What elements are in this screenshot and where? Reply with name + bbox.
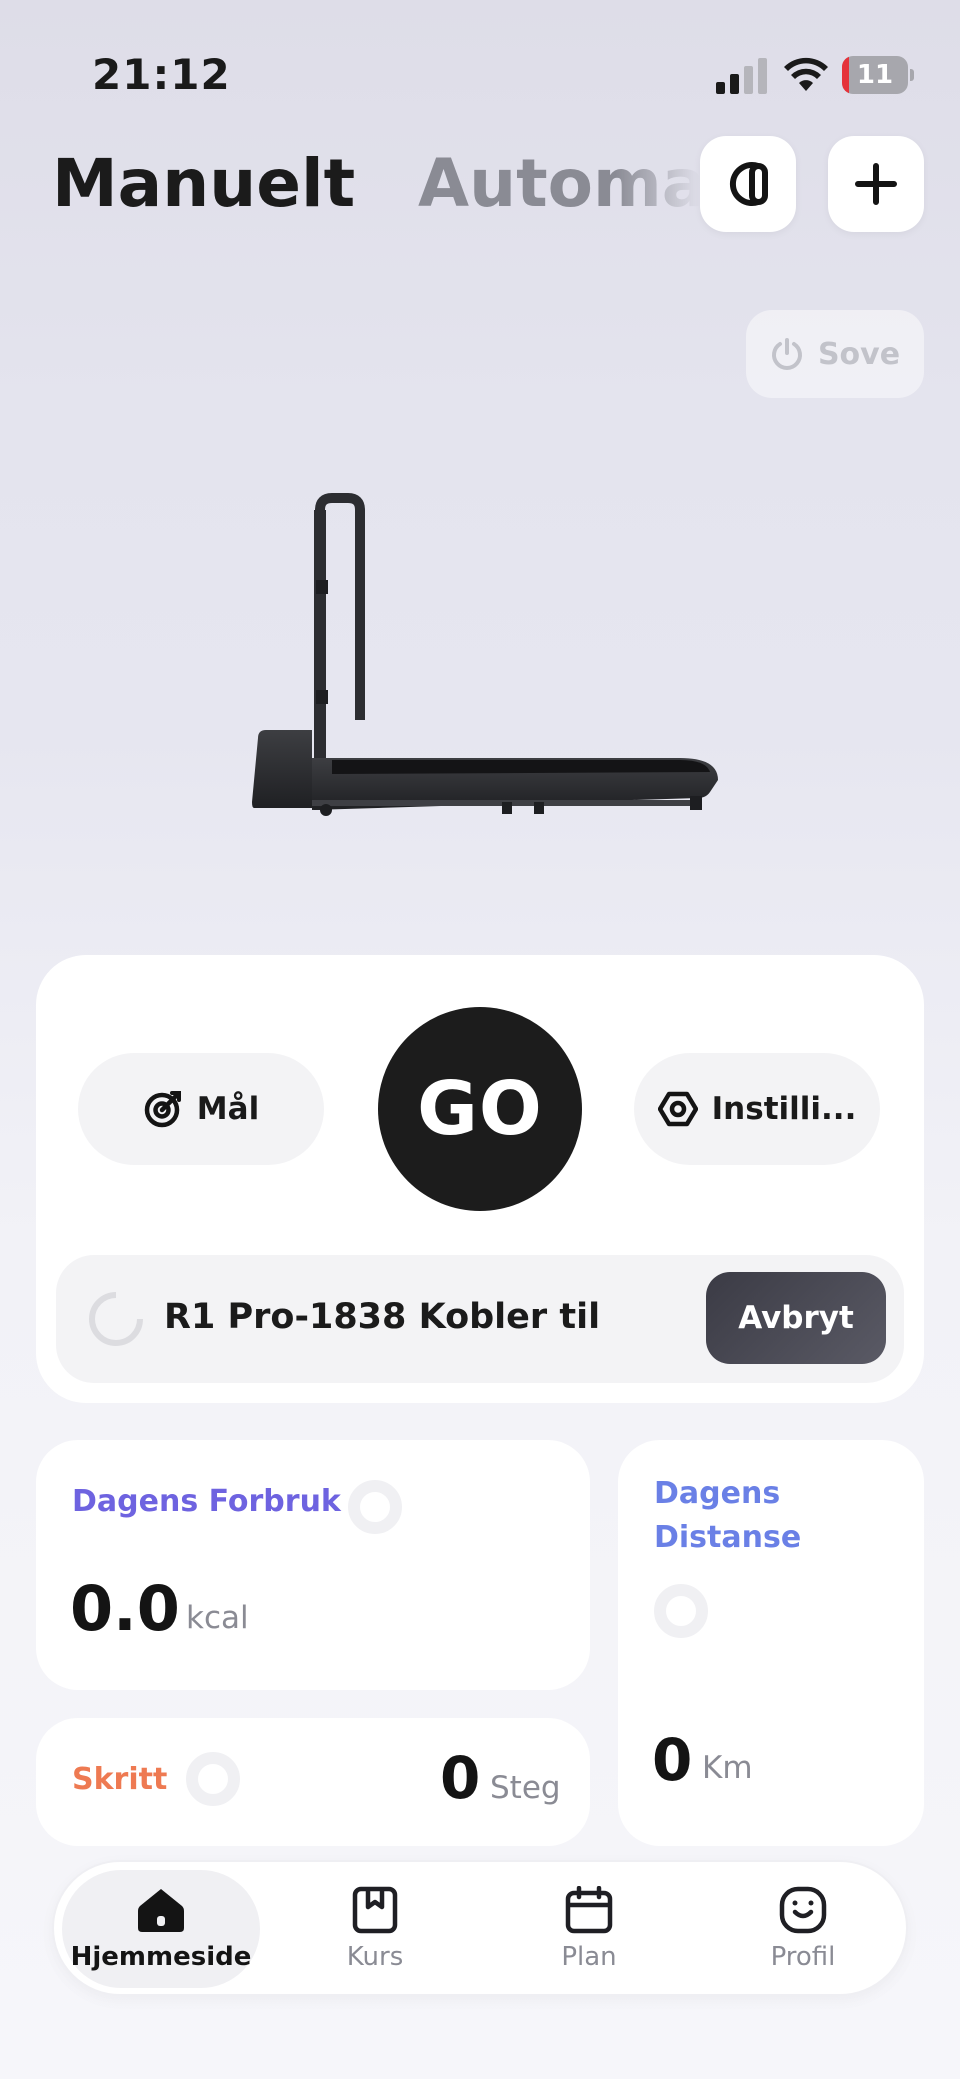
connection-bar: R1 Pro-1838 Kobler til Avbryt xyxy=(56,1255,904,1383)
bookmark-book-icon xyxy=(352,1886,398,1934)
cellular-signal-icon xyxy=(716,58,767,94)
settings-button[interactable]: Instilli... xyxy=(634,1053,880,1165)
nav-item-home[interactable]: Hjemmeside xyxy=(54,1862,268,1996)
battery-indicator: 11 xyxy=(842,56,914,94)
target-icon xyxy=(144,1091,181,1128)
steps-unit: Steg xyxy=(490,1770,561,1806)
status-bar: 21:12 11 xyxy=(0,0,960,140)
calories-card[interactable]: Dagens Forbruk 0.0 kcal xyxy=(36,1440,590,1690)
sleep-button[interactable]: Sove xyxy=(746,310,924,398)
calories-title: Dagens Forbruk xyxy=(72,1484,341,1519)
wifi-icon xyxy=(784,57,828,91)
sleep-label: Sove xyxy=(817,336,901,372)
steps-value: 0 xyxy=(440,1744,481,1812)
home-icon xyxy=(138,1889,184,1932)
distance-unit: Km xyxy=(702,1750,753,1786)
distance-value: 0 xyxy=(652,1726,693,1794)
goal-label: Mål xyxy=(196,1091,260,1127)
nav-item-courses[interactable]: Kurs xyxy=(268,1862,482,1996)
device-button[interactable] xyxy=(700,136,796,232)
bottom-navigation: Hjemmeside Kurs Plan Profil xyxy=(52,1860,908,1996)
nav-label-profile: Profil xyxy=(770,1942,836,1972)
cancel-button[interactable]: Avbryt xyxy=(706,1272,886,1364)
add-button[interactable] xyxy=(828,136,924,232)
hexagon-settings-icon xyxy=(657,1091,698,1127)
calories-unit: kcal xyxy=(186,1600,249,1636)
steps-card[interactable]: Skritt 0 Steg xyxy=(36,1718,590,1846)
distance-title-line2: Distanse xyxy=(654,1520,802,1555)
status-time: 21:12 xyxy=(92,50,231,99)
loading-spinner-icon xyxy=(89,1291,144,1346)
battery-level: 11 xyxy=(856,60,894,90)
calories-progress-ring xyxy=(348,1480,402,1534)
steps-title: Skritt xyxy=(72,1762,168,1797)
connection-status-text: R1 Pro-1838 Kobler til xyxy=(164,1297,601,1337)
tab-manual[interactable]: Manuelt xyxy=(52,145,355,222)
plus-icon xyxy=(855,163,897,205)
go-button[interactable]: GO xyxy=(378,1007,582,1211)
distance-title-line1: Dagens xyxy=(654,1476,781,1511)
steps-progress-ring xyxy=(186,1752,240,1806)
tab-automatic[interactable]: Automatisk xyxy=(418,145,700,222)
calories-value: 0.0 xyxy=(70,1572,180,1645)
control-card: Mål GO Instilli... R1 Pro-1838 Kobler ti… xyxy=(36,955,924,1403)
smile-face-icon xyxy=(779,1886,827,1934)
nav-item-plan[interactable]: Plan xyxy=(482,1862,696,1996)
treadmill-device-icon xyxy=(729,162,768,206)
power-icon xyxy=(772,338,802,370)
nav-label-home: Hjemmeside xyxy=(70,1942,252,1972)
distance-card[interactable]: Dagens Distanse 0 Km xyxy=(618,1440,924,1846)
goal-button[interactable]: Mål xyxy=(78,1053,324,1165)
calendar-icon xyxy=(565,1886,613,1934)
settings-label: Instilli... xyxy=(711,1091,857,1127)
nav-item-profile[interactable]: Profil xyxy=(696,1862,910,1996)
distance-progress-ring xyxy=(654,1584,708,1638)
treadmill-image xyxy=(252,493,718,816)
nav-label-plan: Plan xyxy=(561,1942,617,1972)
nav-label-courses: Kurs xyxy=(346,1942,404,1972)
